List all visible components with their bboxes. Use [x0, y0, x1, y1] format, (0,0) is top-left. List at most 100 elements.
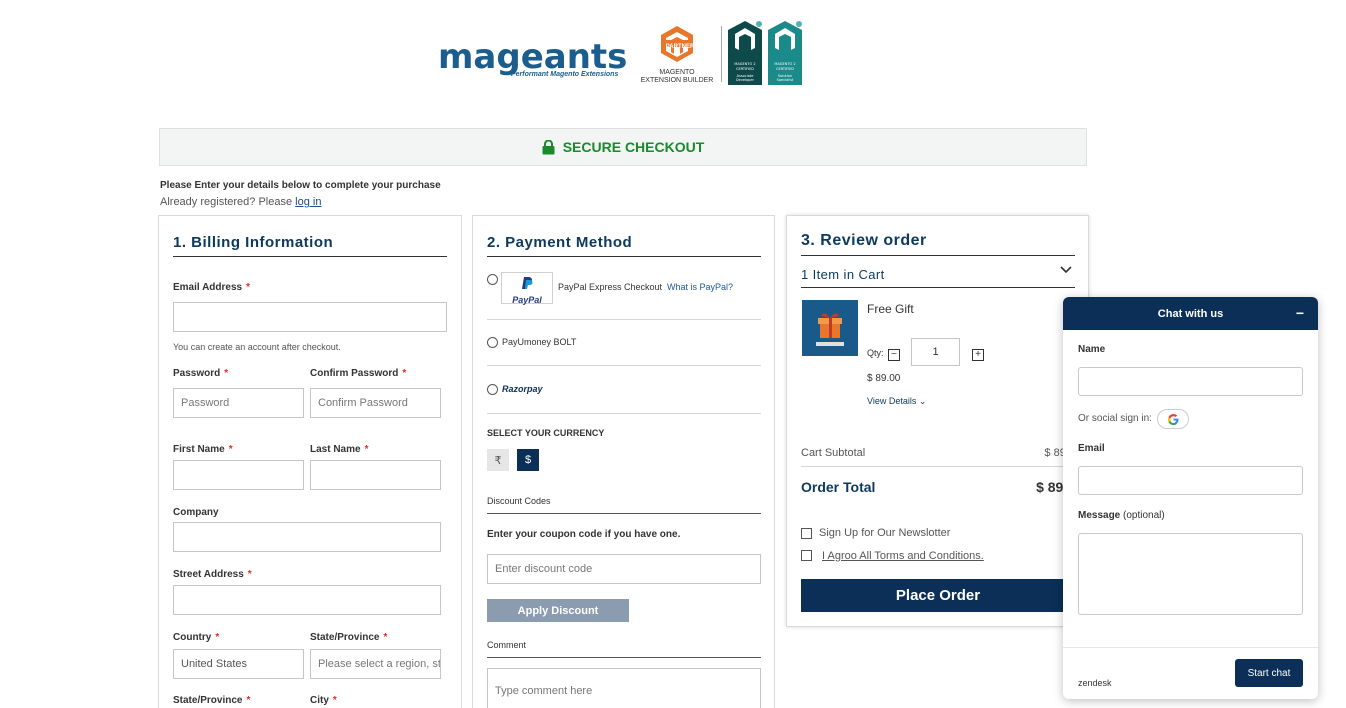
magento-cert-icon: MAGENTO 2 CERTIFIED Solution Specialist — [768, 21, 802, 85]
google-icon — [1167, 413, 1179, 425]
qty-increase-button[interactable]: + — [972, 349, 984, 361]
discount-code-input[interactable]: Enter discount code — [487, 554, 761, 584]
terms-checkbox[interactable] — [801, 550, 812, 561]
place-order-button[interactable]: Place Order — [801, 579, 1075, 612]
country-label: Country * — [173, 632, 220, 643]
comment-title: Comment — [487, 640, 527, 650]
confirm-password-field[interactable]: Confirm Password — [310, 388, 441, 418]
chat-email-input[interactable] — [1078, 466, 1303, 495]
payu-radio[interactable] — [487, 337, 498, 348]
social-signin-label: Or social sign in: — [1078, 413, 1152, 424]
email-note: You can create an account after checkout… — [173, 342, 341, 352]
qty-label: Qty: — [867, 348, 884, 358]
email-field[interactable] — [173, 302, 447, 332]
subtotal-label: Cart Subtotal — [801, 447, 866, 459]
company-label: Company — [173, 507, 219, 518]
payment-title: 2. Payment Method — [487, 234, 633, 251]
lock-icon — [542, 139, 555, 154]
chat-message-textarea[interactable] — [1078, 533, 1303, 615]
paypal-icon — [522, 277, 533, 289]
street-address-label: Street Address * — [173, 569, 252, 580]
street-address-field[interactable] — [173, 585, 441, 615]
chevron-down-icon[interactable] — [1060, 266, 1072, 274]
cart-summary[interactable]: 1 Item in Cart — [801, 267, 885, 282]
mageants-logo[interactable]: mageants Performant Magento Extensions — [438, 38, 627, 78]
comment-divider — [487, 657, 761, 658]
secure-checkout-label: SECURE CHECKOUT — [562, 139, 705, 155]
payu-label: PayUmoney BOLT — [502, 337, 577, 347]
state-province-label: State/Province * — [173, 695, 251, 706]
partner-label: PARTNER — [665, 44, 695, 50]
svg-text:MAGENTO 2: MAGENTO 2 — [734, 62, 755, 66]
paypal-logo: PayPal — [501, 272, 553, 305]
review-section: 3. Review order 1 Item in Cart Free Gift… — [786, 215, 1089, 627]
start-chat-button[interactable]: Start chat — [1235, 659, 1303, 687]
chat-email-label: Email — [1078, 443, 1105, 454]
currency-title: SELECT YOUR CURRENCY — [487, 428, 605, 438]
intro-text: Please Enter your details below to compl… — [160, 180, 441, 191]
summary-divider — [801, 466, 1075, 467]
qty-input[interactable]: 1 — [911, 338, 960, 366]
payment-section: 2. Payment Method PayPal PayPal Express … — [472, 215, 775, 708]
svg-text:CERTIFIED: CERTIFIED — [776, 67, 794, 71]
country-select[interactable]: United States — [173, 649, 304, 679]
what-is-paypal-link[interactable]: What is PayPal? — [667, 282, 733, 292]
google-signin-button[interactable] — [1157, 409, 1189, 429]
chat-name-input[interactable] — [1078, 367, 1303, 396]
billing-title: 1. Billing Information — [173, 234, 334, 251]
login-link[interactable]: log in — [295, 196, 321, 208]
discount-divider — [487, 513, 761, 514]
partner-extension-label: EXTENSION BUILDER — [640, 77, 714, 84]
newsletter-checkbox[interactable] — [801, 528, 812, 539]
payment-title-underline — [487, 256, 761, 257]
state-label: State/Province * — [310, 632, 388, 643]
review-title: 3. Review order — [801, 232, 927, 249]
secure-checkout-banner: SECURE CHECKOUT — [159, 128, 1087, 166]
svg-text:Specialist: Specialist — [777, 78, 794, 82]
terms-link[interactable]: I Agroo All Torms and Conditions. — [822, 550, 984, 562]
minimize-icon[interactable]: − — [1296, 306, 1304, 320]
svg-text:Developer: Developer — [736, 78, 755, 82]
first-name-field[interactable] — [173, 460, 304, 490]
certified-developer-badge: MAGENTO 2 CERTIFIED Associate Developer — [727, 20, 763, 85]
paypal-radio[interactable] — [487, 274, 498, 285]
qty-decrease-button[interactable]: − — [888, 349, 900, 361]
login-prompt-text: Already registered? Please — [160, 196, 293, 208]
magento-partner-badge: PARTNER MAGENTO EXTENSION BUILDER — [640, 24, 714, 84]
last-name-field[interactable] — [310, 460, 441, 490]
chat-title: Chat with us — [1157, 307, 1224, 320]
review-title-underline — [801, 255, 1075, 256]
certified-specialist-badge: MAGENTO 2 CERTIFIED Solution Specialist — [767, 20, 803, 85]
header-divider — [721, 26, 722, 82]
discount-title: Discount Codes — [487, 496, 551, 506]
view-details-link[interactable]: View Details ⌄ — [867, 396, 926, 407]
currency-inr-button[interactable]: ₹ — [487, 449, 509, 471]
cart-subtotal-row: Cart Subtotal $ 89.0 — [801, 447, 1075, 459]
billing-section: 1. Billing Information Email Address * Yo… — [158, 215, 462, 708]
payment-divider — [487, 319, 761, 320]
login-prompt: Already registered? Please log in — [160, 196, 321, 208]
last-name-label: Last Name * — [310, 444, 369, 455]
currency-usd-button[interactable]: $ — [517, 449, 539, 471]
chat-widget: Chat with us − Name Or social sign in: E… — [1063, 297, 1318, 699]
company-field[interactable] — [173, 522, 441, 552]
state-select[interactable]: Please select a region, state or provinc… — [310, 649, 441, 679]
payment-divider — [487, 413, 761, 414]
email-label: Email Address * — [173, 282, 251, 293]
password-field[interactable]: Password — [173, 388, 304, 418]
city-label: City * — [310, 695, 337, 706]
comment-textarea[interactable]: Type comment here — [487, 668, 761, 708]
chat-name-label: Name — [1078, 344, 1106, 355]
discount-hint: Enter your coupon code if you have one. — [487, 529, 681, 540]
brand-tagline: Performant Magento Extensions — [511, 71, 619, 78]
gift-image — [802, 300, 858, 356]
razorpay-radio[interactable] — [487, 384, 498, 395]
payment-divider — [487, 365, 761, 366]
confirm-password-label: Confirm Password * — [310, 368, 407, 379]
billing-title-underline — [173, 256, 447, 257]
gift-icon — [802, 300, 858, 356]
zendesk-brand: zendesk — [1078, 678, 1112, 688]
password-label: Password * — [173, 368, 229, 379]
apply-discount-button[interactable]: Apply Discount — [487, 599, 629, 622]
order-total-label: Order Total — [801, 479, 876, 495]
